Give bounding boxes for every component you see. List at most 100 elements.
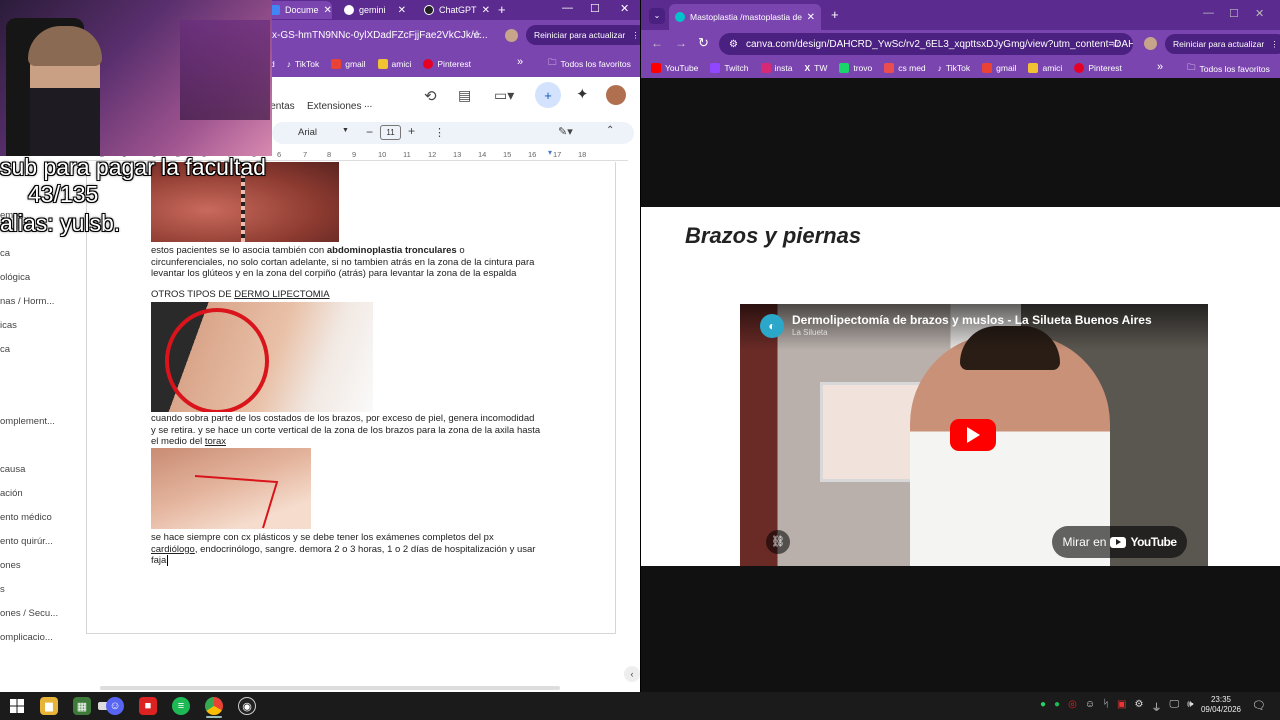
minimize-icon[interactable]: — <box>562 2 573 14</box>
profile-avatar-icon[interactable] <box>505 29 518 42</box>
font-select[interactable]: Arial ▼ <box>298 127 350 138</box>
horizontal-scrollbar[interactable] <box>100 686 560 690</box>
bookmark-item[interactable]: cs med <box>884 63 926 73</box>
app-tray-icon-3[interactable]: ⚙ <box>1135 699 1144 715</box>
reload-icon[interactable]: ↻ <box>698 35 709 51</box>
minimize-icon[interactable]: — <box>1203 7 1214 19</box>
windows-start-icon[interactable] <box>10 699 24 713</box>
edit-mode-icon[interactable]: ✎▾ <box>558 125 573 138</box>
channel-avatar-icon[interactable]: ◐ <box>760 314 784 338</box>
side-panel-toggle-icon[interactable]: ‹ <box>624 666 640 682</box>
canva-url-field[interactable]: ⚙ canva.com/design/DAHCRD_YwSc/rv2_6EL3_… <box>719 33 1133 55</box>
outline-item[interactable]: ca <box>0 344 10 355</box>
discord-icon[interactable]: ☺ <box>106 697 124 715</box>
docs-url-field[interactable]: x-GS-hmTN9NNc-0ylXDadFZcFjjFae2VkCJk/e..… <box>262 24 490 46</box>
recorder-icon[interactable]: ■ <box>139 697 157 715</box>
close-window-icon[interactable]: ✕ <box>1255 7 1264 20</box>
bookmark-item[interactable]: Twitch <box>710 63 749 73</box>
bookmark-item[interactable]: insta <box>760 63 792 73</box>
share-person-icon[interactable]: + <box>535 82 561 108</box>
spotify-tray-icon[interactable]: ● <box>1054 699 1060 715</box>
close-icon[interactable]: ✕ <box>807 12 815 23</box>
outline-item[interactable]: ológica <box>0 272 30 283</box>
all-favorites-item[interactable]: 🗀 Todos los favoritos <box>548 57 631 71</box>
account-avatar[interactable] <box>606 85 626 105</box>
outline-item[interactable]: ca <box>0 248 10 259</box>
outline-item[interactable]: omplement... <box>0 416 55 427</box>
bookmark-item[interactable]: amici <box>377 58 411 69</box>
tab-gemini[interactable]: gemini ✕ <box>338 1 412 19</box>
copy-link-icon[interactable]: ⛓ <box>766 530 790 554</box>
obs-icon[interactable]: ◉ <box>238 697 256 715</box>
outline-item[interactable]: nas / Horm... <box>0 296 54 307</box>
bookmark-item[interactable]: gmail <box>982 63 1016 73</box>
star-icon[interactable]: ☆ <box>472 28 482 41</box>
calculator-icon[interactable]: ▦ <box>73 697 91 715</box>
bookmark-item[interactable]: X TW <box>804 63 827 73</box>
bookmark-item[interactable]: Pinterest <box>423 58 471 69</box>
tab-docs[interactable]: Docume ✕ <box>264 1 332 19</box>
play-button[interactable] <box>950 419 996 451</box>
bookmark-item[interactable]: gmail <box>331 58 366 69</box>
outline-item[interactable]: ones / Secu... <box>0 608 58 619</box>
tab-search-icon[interactable]: ⌄ <box>649 8 665 24</box>
tab-canva[interactable]: Mastoplastia /mastoplastia de ✕ <box>669 4 821 30</box>
back-icon[interactable]: ← <box>651 36 663 50</box>
meet-icon[interactable]: ▭▾ <box>494 87 514 104</box>
maximize-icon[interactable]: ☐ <box>590 2 600 15</box>
bookmark-item[interactable]: amici <box>1028 63 1062 73</box>
file-explorer-icon[interactable]: ▆ <box>40 697 58 715</box>
new-tab-icon[interactable]: + <box>831 7 839 22</box>
network-icon[interactable]: 🖵 <box>1169 699 1179 715</box>
outline-item[interactable]: ones <box>0 560 21 571</box>
outline-item[interactable]: ación <box>0 488 23 499</box>
app-tray-icon-2[interactable]: ▣ <box>1117 699 1126 715</box>
gemini-sparkle-icon[interactable]: ✦ <box>576 85 589 103</box>
more-vert-icon[interactable]: ⋮ <box>434 126 445 139</box>
bookmark-item[interactable]: ♪ TikTok <box>287 59 320 69</box>
history-icon[interactable]: ⟲ <box>424 87 437 105</box>
menu-item-tools[interactable]: ientas <box>268 101 295 112</box>
watch-on-youtube-button[interactable]: Mirar en YouTube <box>1052 526 1187 558</box>
all-favorites-item[interactable]: 🗀 Todos los favoritos <box>1187 62 1270 76</box>
usb-icon[interactable]: ⏚ <box>1151 699 1161 715</box>
menu-item-more[interactable]: ... <box>364 99 372 110</box>
channel-name[interactable]: La Silueta <box>792 328 828 337</box>
outline-item[interactable]: omplicacio... <box>0 632 53 643</box>
bookmark-item[interactable]: Pinterest <box>1074 63 1122 73</box>
recorder-tray-icon[interactable]: ◎ <box>1068 699 1077 715</box>
outline-item[interactable]: ento médico <box>0 512 52 523</box>
right-indent-marker[interactable]: ▾ <box>548 148 552 157</box>
tab-chatgpt[interactable]: ChatGPT ✕ <box>418 1 496 19</box>
profile-avatar-icon[interactable] <box>1144 37 1157 50</box>
spotify-icon[interactable]: ≡ <box>172 697 190 715</box>
bookmark-item[interactable]: YouTube <box>651 63 698 73</box>
whatsapp-icon[interactable]: ● <box>1040 699 1046 715</box>
close-icon[interactable]: ✕ <box>482 5 490 16</box>
video-title[interactable]: Dermolipectomía de brazos y muslos - La … <box>792 313 1152 327</box>
volume-icon[interactable]: 🕪 <box>1187 699 1193 715</box>
canva-update-button[interactable]: Reiniciar para actualizar ⋮ <box>1165 34 1280 54</box>
bookmark-item[interactable]: ♪ TikTok <box>938 63 971 73</box>
menu-item-extensions[interactable]: Extensiones <box>307 101 361 112</box>
youtube-embed[interactable]: ◐ Dermolipectomía de brazos y muslos - L… <box>740 304 1208 566</box>
chevron-double-right-icon[interactable]: » <box>517 56 523 68</box>
font-size-decrease-button[interactable]: − <box>366 125 373 139</box>
chevron-double-right-icon[interactable]: » <box>1157 61 1163 73</box>
close-icon[interactable]: ✕ <box>324 5 332 16</box>
close-icon[interactable]: ✕ <box>398 5 406 16</box>
docs-update-button[interactable]: Reiniciar para actualizar ⋮ <box>526 25 640 45</box>
font-size-increase-button[interactable]: + <box>408 124 415 138</box>
close-window-icon[interactable]: ✕ <box>620 2 629 15</box>
discord-tray-icon[interactable]: ☺ <box>1085 699 1095 715</box>
outline-item[interactable]: ento quirúr... <box>0 536 53 547</box>
outline-item[interactable]: icas <box>0 320 17 331</box>
chrome-icon[interactable] <box>205 697 223 715</box>
font-size-input[interactable]: 11 <box>380 125 401 140</box>
collapse-toolbar-icon[interactable]: ⌃ <box>606 125 614 136</box>
notifications-icon[interactable]: 🗨 <box>1252 699 1266 712</box>
comments-icon[interactable]: ▤ <box>458 87 471 104</box>
maximize-icon[interactable]: ☐ <box>1229 7 1239 20</box>
outline-item[interactable]: causa <box>0 464 25 475</box>
app-tray-icon[interactable]: ᛋ <box>1103 699 1109 715</box>
